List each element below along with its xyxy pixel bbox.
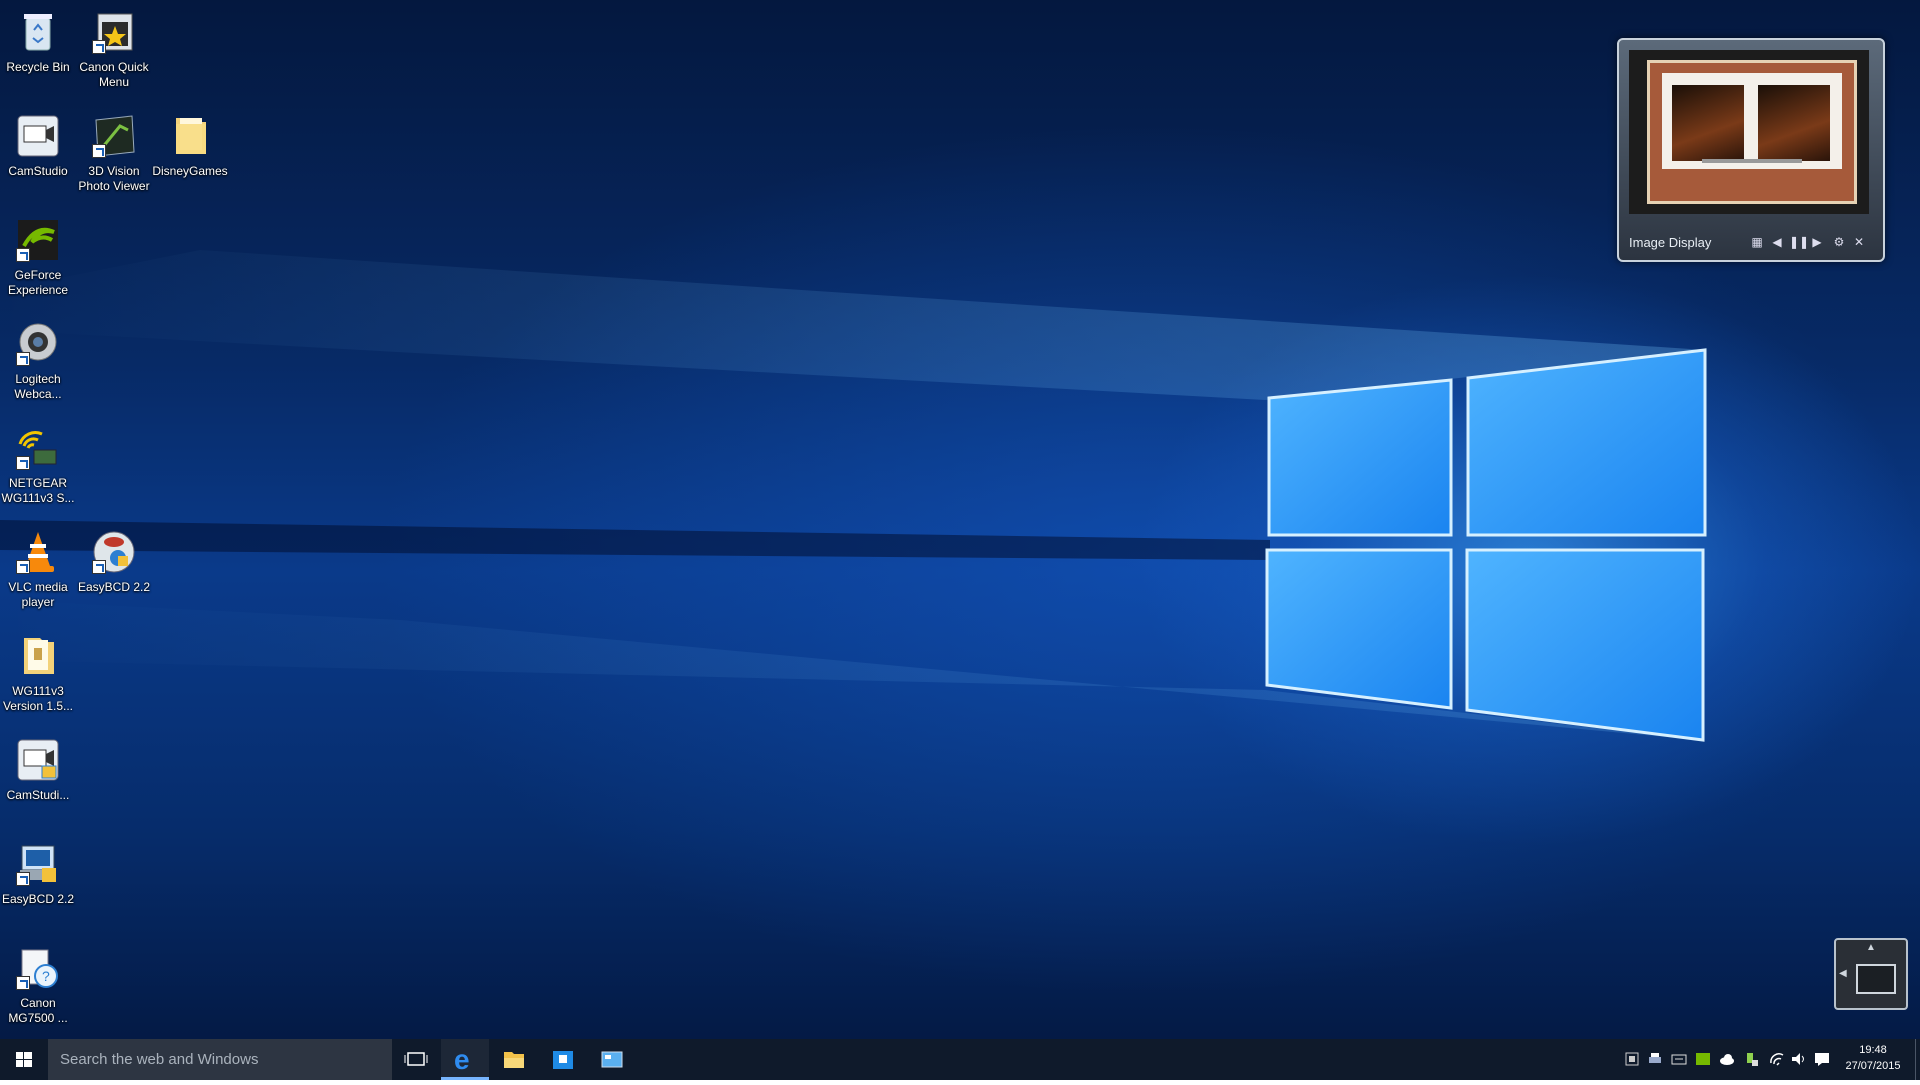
3d-vision-icon	[90, 112, 138, 160]
desktop-icon-label: Canon Quick Menu	[79, 60, 149, 89]
desktop-icon-3d-vision[interactable]: 3D Vision Photo Viewer	[76, 112, 152, 194]
tray-onedrive-icon[interactable]	[1719, 1051, 1735, 1067]
desktop-icon-wg111v3-folder[interactable]: WG111v3 Version 1.5...	[0, 632, 76, 714]
tray-app-icon[interactable]	[1624, 1051, 1640, 1067]
start-button[interactable]	[0, 1039, 48, 1080]
edge-icon: e	[454, 1044, 470, 1075]
chevron-left-icon[interactable]: ◀	[1839, 968, 1847, 979]
desktop-icon-camstudio[interactable]: CamStudio	[0, 112, 76, 179]
desktop[interactable]: Recycle Bin Canon Quick Menu CamStudio 3…	[0, 0, 1920, 1039]
easybcd-icon	[90, 528, 138, 576]
tray-keyboard-icon[interactable]	[1671, 1051, 1687, 1067]
photo-mat	[1647, 60, 1857, 204]
desktop-icon-label: EasyBCD 2.2	[77, 580, 151, 594]
desktop-icon-geforce-experience[interactable]: GeForce Experience	[0, 216, 76, 298]
desktop-icon-netgear[interactable]: NETGEAR WG111v3 S...	[0, 424, 76, 506]
file-explorer-taskbar-button[interactable]	[490, 1039, 538, 1080]
canon-quick-menu-icon	[90, 8, 138, 56]
action-center-icon[interactable]	[1814, 1051, 1830, 1067]
desktop-icon-label: GeForce Experience	[7, 268, 69, 297]
store-taskbar-button[interactable]	[539, 1039, 587, 1080]
desktop-icon-easybcd-setup[interactable]: EasyBCD 2.2	[0, 840, 76, 907]
tray-usb-icon[interactable]	[1743, 1051, 1759, 1067]
netgear-icon	[14, 424, 62, 472]
photo-left	[1672, 85, 1744, 161]
desktop-icon-label: CamStudi...	[6, 788, 70, 802]
photo-right	[1758, 85, 1830, 161]
show-desktop-button[interactable]	[1915, 1039, 1920, 1080]
desktop-icon-recycle-bin[interactable]: Recycle Bin	[0, 8, 76, 75]
store-icon	[553, 1051, 573, 1069]
desktop-icon-disneygames[interactable]: DisneyGames	[152, 112, 228, 179]
clock-time: 19:48	[1859, 1044, 1887, 1056]
camstudio-icon	[14, 112, 62, 160]
desktop-icon-label: Recycle Bin	[6, 60, 70, 74]
desktop-icon-label: WG111v3 Version 1.5...	[2, 684, 74, 713]
clock-date: 27/07/2015	[1845, 1060, 1901, 1072]
desktop-app-icon	[601, 1051, 623, 1068]
folder-icon	[166, 112, 214, 160]
taskbar-clock[interactable]: 19:48 27/07/2015	[1830, 1042, 1916, 1074]
task-view-button[interactable]	[392, 1039, 440, 1080]
desktop-icon-vlc[interactable]: VLC media player	[0, 528, 76, 610]
settings-icon[interactable]: ⚙	[1831, 234, 1847, 250]
desktop-icon-label: CamStudio	[8, 164, 68, 178]
desktop-app-taskbar-button[interactable]	[588, 1039, 636, 1080]
previous-icon[interactable]: ◀	[1769, 234, 1785, 250]
desktop-icon-canon-mg7500[interactable]: ? Canon MG7500 ...	[0, 944, 76, 1026]
desktop-icon-logitech-webcam[interactable]: Logitech Webca...	[0, 320, 76, 402]
file-explorer-icon	[504, 1052, 524, 1068]
chevron-up-icon[interactable]: ▲	[1866, 942, 1876, 953]
camstudio-icon	[14, 736, 62, 784]
wifi-icon[interactable]	[1769, 1051, 1785, 1067]
pause-icon[interactable]: ❚❚	[1789, 234, 1809, 250]
svg-text:e: e	[454, 1044, 470, 1075]
photo-caption	[1702, 159, 1802, 163]
monitor-icon	[1856, 964, 1896, 994]
edge-taskbar-button[interactable]: e	[441, 1039, 489, 1080]
tray-nvidia-icon[interactable]	[1695, 1051, 1711, 1067]
gadget-title: Image Display	[1629, 235, 1712, 250]
desktop-icon-label: Canon MG7500 ...	[8, 996, 68, 1025]
desktop-icon-label: DisneyGames	[152, 164, 228, 178]
desktop-icon-label: Logitech Webca...	[14, 372, 62, 401]
windows-logo-icon	[16, 1052, 32, 1067]
desktop-icon-label: 3D Vision Photo Viewer	[78, 164, 150, 193]
webcam-icon	[14, 320, 62, 368]
photo-display	[1662, 73, 1842, 169]
geforce-icon	[14, 216, 62, 264]
recycle-bin-icon	[14, 8, 62, 56]
desktop-icon-easybcd[interactable]: EasyBCD 2.2	[76, 528, 152, 595]
grid-icon[interactable]: ▦	[1749, 234, 1765, 250]
gadget-toolbar: Image Display ▦ ◀ ❚❚ ▶ ⚙ ✕	[1619, 224, 1883, 260]
desktop-icon-canon-quick-menu[interactable]: Canon Quick Menu	[76, 8, 152, 90]
close-icon[interactable]: ✕	[1851, 234, 1867, 250]
mini-widget[interactable]: ▲ ◀	[1834, 938, 1908, 1010]
taskbar: Search the web and Windows e 19:48 27/07…	[0, 1039, 1920, 1080]
folder-icon	[14, 632, 62, 680]
task-view-icon	[404, 1052, 428, 1066]
image-display-gadget[interactable]: Image Display ▦ ◀ ❚❚ ▶ ⚙ ✕	[1617, 38, 1885, 262]
desktop-icon-label: VLC media player	[8, 580, 68, 609]
volume-icon[interactable]	[1790, 1051, 1806, 1067]
svg-text:?: ?	[42, 968, 50, 984]
desktop-icon-label: EasyBCD 2.2	[1, 892, 75, 906]
vlc-icon	[14, 528, 62, 576]
gadget-photo-frame	[1629, 50, 1869, 214]
easybcd-setup-icon	[14, 840, 62, 888]
canon-help-icon: ?	[14, 944, 62, 992]
tray-printer-icon[interactable]	[1647, 1051, 1663, 1067]
desktop-icon-camstudio-setup[interactable]: CamStudi...	[0, 736, 76, 803]
search-box[interactable]: Search the web and Windows	[48, 1039, 392, 1080]
desktop-icon-label: NETGEAR WG111v3 S...	[1, 476, 75, 505]
next-icon[interactable]: ▶	[1809, 234, 1825, 250]
